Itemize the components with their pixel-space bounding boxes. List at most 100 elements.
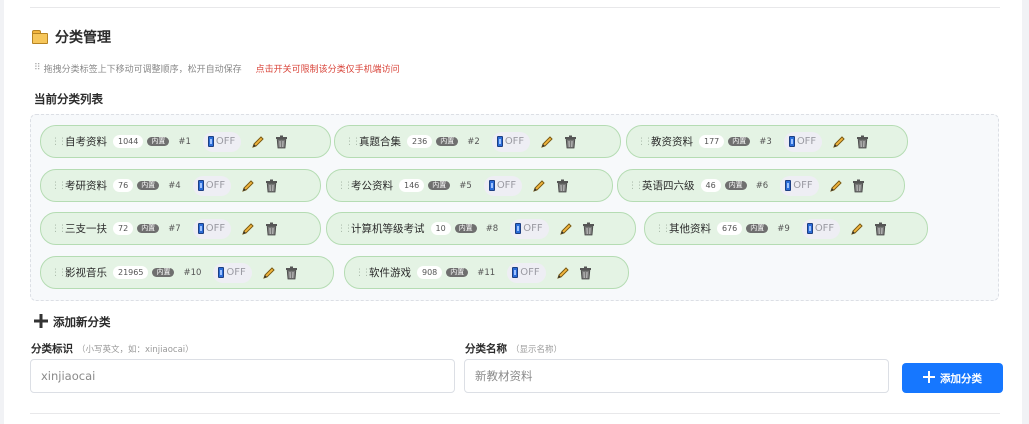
drag-handle-icon[interactable]: ⋮⋮	[51, 224, 67, 234]
category-pill[interactable]: ⋮⋮ 自考资料 1044 内置 #1 OFF	[40, 125, 331, 158]
divider	[30, 7, 1000, 8]
drag-handle-icon[interactable]: ⋮⋮	[51, 181, 67, 191]
drag-handle-icon: ⠿	[34, 63, 41, 73]
drag-handle-icon[interactable]: ⋮⋮	[51, 137, 67, 147]
category-count: 21965	[113, 266, 149, 279]
category-order: #6	[755, 180, 769, 191]
category-count: 177	[699, 135, 725, 148]
hint-row: ⠿ 拖拽分类标签上下移动可调整顺序，松开自动保存 点击开关可限制该分类仅手机端访…	[34, 61, 400, 75]
category-pill[interactable]: ⋮⋮ 影视音乐 21965 内置 #10 OFF	[40, 256, 334, 289]
name-field-label: 分类名称 （显示名称）	[465, 341, 562, 356]
category-pill[interactable]: ⋮⋮ 真题合集 236 内置 #2 OFF	[334, 125, 621, 158]
trash-icon[interactable]	[284, 265, 300, 281]
mobile-only-toggle[interactable]: OFF	[780, 175, 819, 196]
category-pill[interactable]: ⋮⋮ 考研资料 76 内置 #4 OFF	[40, 169, 321, 202]
trash-icon[interactable]	[854, 134, 870, 150]
trash-icon[interactable]	[562, 134, 578, 150]
category-name: 教资资料	[651, 136, 693, 148]
mobile-only-toggle[interactable]: OFF	[483, 175, 523, 196]
category-pill[interactable]: ⋮⋮ 其他资料 676 内置 #9 OFF	[644, 212, 928, 245]
pencil-icon[interactable]	[240, 221, 256, 237]
drag-handle-icon[interactable]: ⋮⋮	[345, 137, 361, 147]
mobile-only-toggle[interactable]: OFF	[801, 218, 841, 239]
trash-icon[interactable]	[581, 221, 597, 237]
category-pill[interactable]: ⋮⋮ 考公资料 146 内置 #5 OFF	[326, 169, 613, 202]
mobile-only-toggle[interactable]: OFF	[510, 218, 549, 239]
mobile-only-toggle[interactable]: OFF	[202, 131, 242, 152]
builtin-badge: 内置	[728, 137, 751, 146]
category-name: 三支一扶	[65, 223, 107, 235]
mobile-only-toggle[interactable]: OFF	[507, 262, 546, 283]
name-label-hint: （显示名称）	[511, 345, 563, 355]
mobile-only-toggle[interactable]: OFF	[192, 218, 232, 239]
pencil-icon[interactable]	[240, 178, 256, 194]
key-label-hint: （小写英文，如：xinjiaocai）	[77, 345, 194, 355]
mobile-only-toggle[interactable]: OFF	[783, 131, 823, 152]
category-order: #4	[168, 180, 181, 191]
key-input[interactable]	[30, 359, 455, 393]
category-pill[interactable]: ⋮⋮ 教资资料 177 内置 #3 OFF	[626, 125, 908, 158]
mobile-only-toggle[interactable]: OFF	[491, 131, 531, 152]
pencil-icon[interactable]	[261, 265, 277, 281]
toggle-state: OFF	[226, 267, 246, 278]
category-pill[interactable]: ⋮⋮ 三支一扶 72 内置 #7 OFF	[40, 212, 321, 245]
drag-handle-icon[interactable]: ⋮⋮	[337, 224, 353, 234]
builtin-badge: 内置	[724, 181, 747, 190]
category-count: 236	[407, 135, 433, 148]
mobile-only-toggle[interactable]: OFF	[213, 262, 252, 283]
phone-icon	[218, 267, 225, 278]
pencil-icon[interactable]	[849, 221, 865, 237]
phone-icon	[806, 223, 813, 234]
category-count: 76	[113, 179, 134, 192]
builtin-badge: 内置	[436, 137, 459, 146]
toggle-state: OFF	[814, 223, 835, 234]
add-category-button[interactable]: 添加分类	[902, 363, 1003, 393]
trash-icon[interactable]	[851, 178, 867, 194]
pencil-icon[interactable]	[831, 134, 847, 150]
pencil-icon[interactable]	[531, 178, 547, 194]
toggle-state: OFF	[496, 180, 517, 191]
trash-icon[interactable]	[872, 221, 888, 237]
toggle-state: OFF	[523, 223, 543, 234]
trash-icon[interactable]	[263, 178, 279, 194]
pencil-icon[interactable]	[828, 178, 844, 194]
trash-icon[interactable]	[578, 265, 594, 281]
section-title-text: 分类管理	[55, 30, 111, 46]
drag-handle-icon[interactable]: ⋮⋮	[355, 268, 371, 278]
toggle-state: OFF	[796, 136, 817, 147]
category-name: 英语四六级	[642, 180, 695, 192]
category-pill[interactable]: ⋮⋮ 英语四六级 46 内置 #6 OFF	[617, 169, 905, 202]
category-name: 自考资料	[65, 136, 107, 148]
trash-icon[interactable]	[263, 221, 279, 237]
add-section-title: 添加新分类	[34, 313, 111, 331]
phone-icon	[197, 223, 204, 234]
drag-handle-icon[interactable]: ⋮⋮	[637, 137, 653, 147]
pencil-icon[interactable]	[250, 134, 266, 150]
toggle-state: OFF	[793, 180, 813, 191]
plus-icon	[923, 370, 935, 386]
drag-handle-icon[interactable]: ⋮⋮	[655, 224, 671, 234]
pencil-icon[interactable]	[539, 134, 555, 150]
category-pill[interactable]: ⋮⋮ 软件游戏 908 内置 #11 OFF	[344, 256, 629, 289]
key-field-label: 分类标识 （小写英文，如：xinjiaocai）	[31, 341, 194, 356]
category-pill[interactable]: ⋮⋮ 计算机等级考试 10 内置 #8 OFF	[326, 212, 636, 245]
phone-icon	[512, 267, 519, 278]
trash-icon[interactable]	[273, 134, 289, 150]
category-order: #9	[777, 223, 790, 234]
pencil-icon[interactable]	[558, 221, 574, 237]
folder-icon	[32, 29, 48, 44]
name-input[interactable]	[464, 359, 889, 393]
trash-icon[interactable]	[554, 178, 570, 194]
category-count: 146	[399, 179, 425, 192]
drag-handle-icon[interactable]: ⋮⋮	[628, 181, 644, 191]
category-name: 考公资料	[351, 180, 393, 192]
pencil-icon[interactable]	[555, 265, 571, 281]
drag-handle-icon[interactable]: ⋮⋮	[51, 268, 67, 278]
toggle-state: OFF	[205, 180, 226, 191]
category-order: #11	[477, 267, 496, 278]
toggle-state: OFF	[205, 223, 226, 234]
drag-handle-icon[interactable]: ⋮⋮	[337, 181, 353, 191]
mobile-only-toggle[interactable]: OFF	[192, 175, 232, 196]
category-name: 计算机等级考试	[351, 223, 425, 235]
builtin-badge: 内置	[746, 224, 769, 233]
